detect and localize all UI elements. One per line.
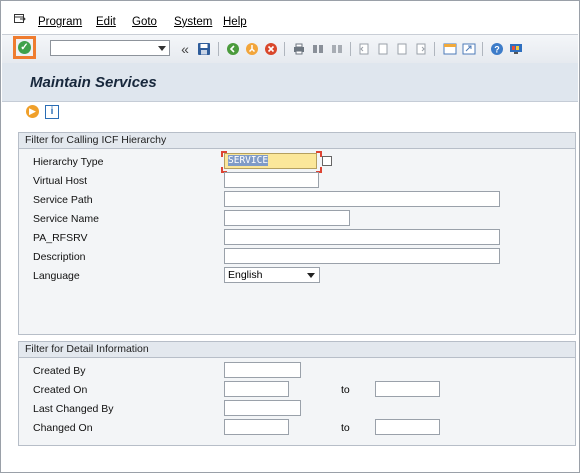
label-description: Description: [33, 251, 86, 263]
row-service-path: Service Path: [20, 191, 560, 209]
enter-button[interactable]: ✓: [13, 36, 36, 59]
service-path-field[interactable]: [224, 191, 500, 207]
print-icon[interactable]: [292, 42, 306, 56]
label-virtual-host: Virtual Host: [33, 175, 88, 187]
service-name-field[interactable]: [224, 210, 350, 226]
label-last-changed-by: Last Changed By: [33, 403, 114, 415]
changed-on-from-field[interactable]: [224, 419, 289, 435]
created-on-from-field[interactable]: [224, 381, 289, 397]
row-service-name: Service Name: [20, 210, 560, 228]
last-page-icon[interactable]: [414, 42, 428, 56]
chevron-down-icon[interactable]: [307, 273, 315, 278]
menu-bar: Program Edit Goto System Help: [2, 9, 578, 33]
menu-program[interactable]: Program: [38, 16, 82, 28]
chevron-down-icon[interactable]: [158, 46, 166, 51]
label-service-name: Service Name: [33, 213, 99, 225]
find-icon[interactable]: [311, 42, 325, 56]
changed-on-to-field[interactable]: [375, 419, 440, 435]
created-by-field[interactable]: [224, 362, 301, 378]
label-hierarchy-type: Hierarchy Type: [33, 156, 104, 168]
row-description: Description: [20, 248, 560, 266]
description-field[interactable]: [224, 248, 500, 264]
menu-goto[interactable]: Goto: [132, 16, 157, 28]
language-value: English: [228, 269, 263, 281]
shortcut-icon[interactable]: [462, 42, 476, 56]
row-created-by: Created By: [20, 362, 560, 380]
menu-edit[interactable]: Edit: [96, 16, 116, 28]
hierarchy-type-field[interactable]: SERVICE: [224, 153, 317, 169]
group-detail-info-filter: Filter for Detail Information Created By…: [18, 341, 576, 446]
find-next-icon[interactable]: [330, 42, 344, 56]
row-language: Language English: [20, 267, 560, 285]
help-icon[interactable]: ?: [490, 42, 504, 56]
sap-window: Program Edit Goto System Help ✓ « ? Main…: [0, 0, 580, 473]
exit-icon[interactable]: [245, 42, 259, 56]
last-changed-by-field[interactable]: [224, 400, 301, 416]
toolbar-separator: [482, 42, 483, 56]
toolbar-separator: [284, 42, 285, 56]
label-language: Language: [33, 270, 80, 282]
execute-icon[interactable]: ▶: [26, 105, 39, 118]
application-toolbar: ▶ i: [2, 102, 578, 122]
language-dropdown[interactable]: English: [224, 267, 320, 283]
toolbar-separator: [434, 42, 435, 56]
row-last-changed-by: Last Changed By: [20, 400, 560, 418]
row-hierarchy-type: Hierarchy Type SERVICE: [20, 151, 560, 173]
label-pa-rfsrv: PA_RFSRV: [33, 232, 88, 244]
menu-help[interactable]: Help: [223, 16, 247, 28]
first-page-icon[interactable]: [357, 42, 371, 56]
hierarchy-type-value: SERVICE: [228, 155, 269, 166]
title-bar: Maintain Services: [2, 63, 578, 102]
save-icon[interactable]: [197, 42, 211, 56]
label-created-by: Created By: [33, 365, 86, 377]
ok-icon: ✓: [18, 41, 31, 54]
next-page-icon[interactable]: [395, 42, 409, 56]
menu-system[interactable]: System: [174, 16, 212, 28]
label-created-on: Created On: [33, 384, 88, 396]
page-title: Maintain Services: [30, 74, 157, 91]
pa-rfsrv-field[interactable]: [224, 229, 500, 245]
cancel-icon[interactable]: [264, 42, 278, 56]
label-service-path: Service Path: [33, 194, 93, 206]
toolbar-separator: [350, 42, 351, 56]
standard-toolbar: ✓ « ?: [2, 34, 578, 64]
label-changed-on: Changed On: [33, 422, 93, 434]
prev-page-icon[interactable]: [376, 42, 390, 56]
group-icf-hierarchy-filter: Filter for Calling ICF Hierarchy Hierarc…: [18, 132, 576, 335]
customize-icon[interactable]: [509, 42, 523, 56]
create-session-icon[interactable]: [443, 42, 457, 56]
svg-text:?: ?: [494, 45, 500, 55]
row-created-on: Created On to: [20, 381, 560, 399]
row-virtual-host: Virtual Host: [20, 172, 560, 190]
created-on-to-field[interactable]: [375, 381, 440, 397]
label-to: to: [341, 422, 350, 434]
row-pa-rfsrv: PA_RFSRV: [20, 229, 560, 247]
virtual-host-field[interactable]: [224, 172, 319, 188]
menu-window-icon[interactable]: [14, 14, 26, 24]
group-header: Filter for Detail Information: [19, 342, 575, 358]
command-field[interactable]: [50, 40, 170, 56]
information-icon[interactable]: i: [45, 105, 59, 119]
toolbar-separator: [218, 42, 219, 56]
group-header: Filter for Calling ICF Hierarchy: [19, 133, 575, 149]
row-changed-on: Changed On to: [20, 419, 560, 437]
back-green-icon[interactable]: [226, 42, 240, 56]
back-icon[interactable]: «: [178, 42, 192, 56]
focus-corner: [221, 151, 227, 157]
value-help-icon[interactable]: [322, 156, 332, 166]
label-to: to: [341, 384, 350, 396]
